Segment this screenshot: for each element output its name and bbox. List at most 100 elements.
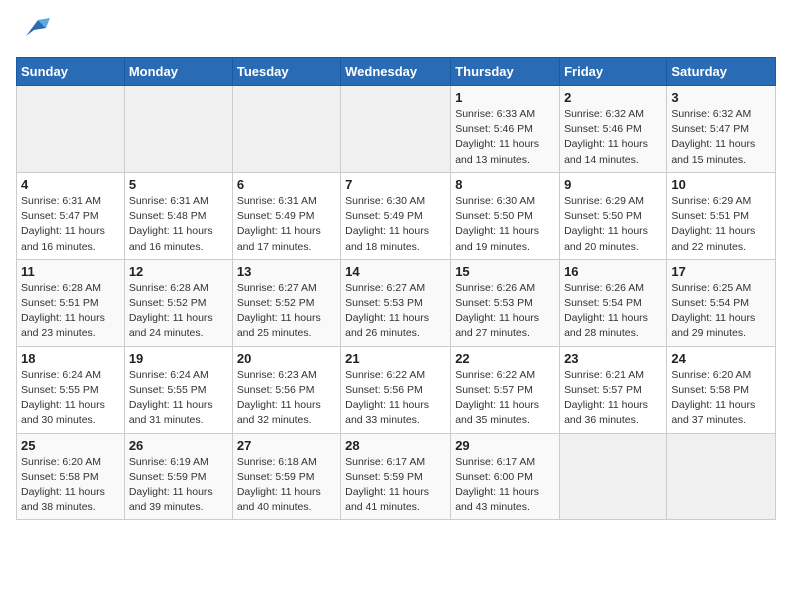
day-info: Sunrise: 6:26 AM Sunset: 5:53 PM Dayligh…	[455, 281, 555, 342]
day-info: Sunrise: 6:20 AM Sunset: 5:58 PM Dayligh…	[671, 368, 771, 429]
day-number: 19	[129, 351, 228, 366]
calendar-cell: 15 Sunrise: 6:26 AM Sunset: 5:53 PM Dayli…	[451, 259, 560, 346]
day-number: 7	[345, 177, 446, 192]
calendar-cell: 12Sunrise: 6:28 AM Sunset: 5:52 PM Dayli…	[124, 259, 232, 346]
calendar-cell: 1 Sunrise: 6:33 AM Sunset: 5:46 PM Daylig…	[451, 86, 560, 173]
calendar-cell: 24 Sunrise: 6:20 AM Sunset: 5:58 PM Dayli…	[667, 346, 776, 433]
day-info: Sunrise: 6:28 AM Sunset: 5:51 PM Dayligh…	[21, 281, 120, 342]
day-info: Sunrise: 6:27 AM Sunset: 5:52 PM Dayligh…	[237, 281, 336, 342]
calendar-cell	[667, 433, 776, 520]
day-info: Sunrise: 6:20 AM Sunset: 5:58 PM Dayligh…	[21, 455, 120, 516]
day-info: Sunrise: 6:23 AM Sunset: 5:56 PM Dayligh…	[237, 368, 336, 429]
calendar-week-row: 4Sunrise: 6:31 AM Sunset: 5:47 PM Daylig…	[17, 172, 776, 259]
calendar-cell: 4Sunrise: 6:31 AM Sunset: 5:47 PM Daylig…	[17, 172, 125, 259]
day-info: Sunrise: 6:30 AM Sunset: 5:50 PM Dayligh…	[455, 194, 555, 255]
page-header	[16, 16, 776, 49]
column-header-wednesday: Wednesday	[341, 58, 451, 86]
column-header-monday: Monday	[124, 58, 232, 86]
logo	[16, 16, 50, 49]
calendar-cell: 9 Sunrise: 6:29 AM Sunset: 5:50 PM Daylig…	[560, 172, 667, 259]
day-number: 23	[564, 351, 662, 366]
day-info: Sunrise: 6:32 AM Sunset: 5:47 PM Dayligh…	[671, 107, 771, 168]
calendar-cell: 16Sunrise: 6:26 AM Sunset: 5:54 PM Dayli…	[560, 259, 667, 346]
day-number: 26	[129, 438, 228, 453]
day-number: 17	[671, 264, 771, 279]
calendar-cell	[232, 86, 340, 173]
calendar-cell: 19 Sunrise: 6:24 AM Sunset: 5:55 PM Dayli…	[124, 346, 232, 433]
day-number: 15	[455, 264, 555, 279]
calendar-week-row: 1 Sunrise: 6:33 AM Sunset: 5:46 PM Daylig…	[17, 86, 776, 173]
day-number: 24	[671, 351, 771, 366]
calendar-cell: 27 Sunrise: 6:18 AM Sunset: 5:59 PM Dayli…	[232, 433, 340, 520]
day-number: 13	[237, 264, 336, 279]
day-info: Sunrise: 6:24 AM Sunset: 5:55 PM Dayligh…	[129, 368, 228, 429]
day-number: 27	[237, 438, 336, 453]
day-info: Sunrise: 6:28 AM Sunset: 5:52 PM Dayligh…	[129, 281, 228, 342]
day-number: 1	[455, 90, 555, 105]
day-info: Sunrise: 6:31 AM Sunset: 5:48 PM Dayligh…	[129, 194, 228, 255]
day-info: Sunrise: 6:18 AM Sunset: 5:59 PM Dayligh…	[237, 455, 336, 516]
column-header-tuesday: Tuesday	[232, 58, 340, 86]
day-info: Sunrise: 6:33 AM Sunset: 5:46 PM Dayligh…	[455, 107, 555, 168]
day-number: 3	[671, 90, 771, 105]
calendar-cell: 17 Sunrise: 6:25 AM Sunset: 5:54 PM Dayli…	[667, 259, 776, 346]
calendar-cell: 25 Sunrise: 6:20 AM Sunset: 5:58 PM Dayli…	[17, 433, 125, 520]
calendar-cell: 23 Sunrise: 6:21 AM Sunset: 5:57 PM Dayli…	[560, 346, 667, 433]
day-number: 28	[345, 438, 446, 453]
day-number: 20	[237, 351, 336, 366]
column-header-saturday: Saturday	[667, 58, 776, 86]
day-info: Sunrise: 6:31 AM Sunset: 5:49 PM Dayligh…	[237, 194, 336, 255]
calendar-cell: 2 Sunrise: 6:32 AM Sunset: 5:46 PM Daylig…	[560, 86, 667, 173]
day-number: 5	[129, 177, 228, 192]
day-number: 11	[21, 264, 120, 279]
calendar-cell	[560, 433, 667, 520]
day-number: 14	[345, 264, 446, 279]
calendar-cell: 22Sunrise: 6:22 AM Sunset: 5:57 PM Dayli…	[451, 346, 560, 433]
day-number: 2	[564, 90, 662, 105]
calendar-table: SundayMondayTuesdayWednesdayThursdayFrid…	[16, 57, 776, 520]
day-info: Sunrise: 6:19 AM Sunset: 5:59 PM Dayligh…	[129, 455, 228, 516]
calendar-cell: 13 Sunrise: 6:27 AM Sunset: 5:52 PM Dayli…	[232, 259, 340, 346]
calendar-week-row: 11 Sunrise: 6:28 AM Sunset: 5:51 PM Dayli…	[17, 259, 776, 346]
day-number: 9	[564, 177, 662, 192]
column-header-sunday: Sunday	[17, 58, 125, 86]
day-info: Sunrise: 6:26 AM Sunset: 5:54 PM Dayligh…	[564, 281, 662, 342]
calendar-cell: 7Sunrise: 6:30 AM Sunset: 5:49 PM Daylig…	[341, 172, 451, 259]
column-header-friday: Friday	[560, 58, 667, 86]
calendar-cell: 26 Sunrise: 6:19 AM Sunset: 5:59 PM Dayli…	[124, 433, 232, 520]
day-info: Sunrise: 6:22 AM Sunset: 5:56 PM Dayligh…	[345, 368, 446, 429]
calendar-cell: 28 Sunrise: 6:17 AM Sunset: 5:59 PM Dayli…	[341, 433, 451, 520]
day-number: 10	[671, 177, 771, 192]
day-info: Sunrise: 6:21 AM Sunset: 5:57 PM Dayligh…	[564, 368, 662, 429]
column-header-thursday: Thursday	[451, 58, 560, 86]
day-info: Sunrise: 6:17 AM Sunset: 6:00 PM Dayligh…	[455, 455, 555, 516]
day-number: 22	[455, 351, 555, 366]
day-info: Sunrise: 6:27 AM Sunset: 5:53 PM Dayligh…	[345, 281, 446, 342]
day-number: 29	[455, 438, 555, 453]
day-info: Sunrise: 6:32 AM Sunset: 5:46 PM Dayligh…	[564, 107, 662, 168]
day-number: 6	[237, 177, 336, 192]
day-number: 18	[21, 351, 120, 366]
day-number: 8	[455, 177, 555, 192]
calendar-cell	[17, 86, 125, 173]
calendar-cell: 8 Sunrise: 6:30 AM Sunset: 5:50 PM Daylig…	[451, 172, 560, 259]
calendar-cell: 29 Sunrise: 6:17 AM Sunset: 6:00 PM Dayli…	[451, 433, 560, 520]
calendar-cell: 14 Sunrise: 6:27 AM Sunset: 5:53 PM Dayli…	[341, 259, 451, 346]
calendar-cell: 10 Sunrise: 6:29 AM Sunset: 5:51 PM Dayli…	[667, 172, 776, 259]
day-info: Sunrise: 6:29 AM Sunset: 5:50 PM Dayligh…	[564, 194, 662, 255]
day-number: 25	[21, 438, 120, 453]
day-info: Sunrise: 6:24 AM Sunset: 5:55 PM Dayligh…	[21, 368, 120, 429]
calendar-week-row: 25 Sunrise: 6:20 AM Sunset: 5:58 PM Dayli…	[17, 433, 776, 520]
calendar-cell: 18 Sunrise: 6:24 AM Sunset: 5:55 PM Dayli…	[17, 346, 125, 433]
day-info: Sunrise: 6:25 AM Sunset: 5:54 PM Dayligh…	[671, 281, 771, 342]
day-info: Sunrise: 6:17 AM Sunset: 5:59 PM Dayligh…	[345, 455, 446, 516]
logo-general	[16, 16, 50, 49]
day-number: 4	[21, 177, 120, 192]
calendar-cell	[341, 86, 451, 173]
calendar-cell	[124, 86, 232, 173]
calendar-cell: 5 Sunrise: 6:31 AM Sunset: 5:48 PM Daylig…	[124, 172, 232, 259]
calendar-header-row: SundayMondayTuesdayWednesdayThursdayFrid…	[17, 58, 776, 86]
calendar-cell: 21Sunrise: 6:22 AM Sunset: 5:56 PM Dayli…	[341, 346, 451, 433]
logo-bird-icon	[18, 16, 50, 44]
day-info: Sunrise: 6:29 AM Sunset: 5:51 PM Dayligh…	[671, 194, 771, 255]
